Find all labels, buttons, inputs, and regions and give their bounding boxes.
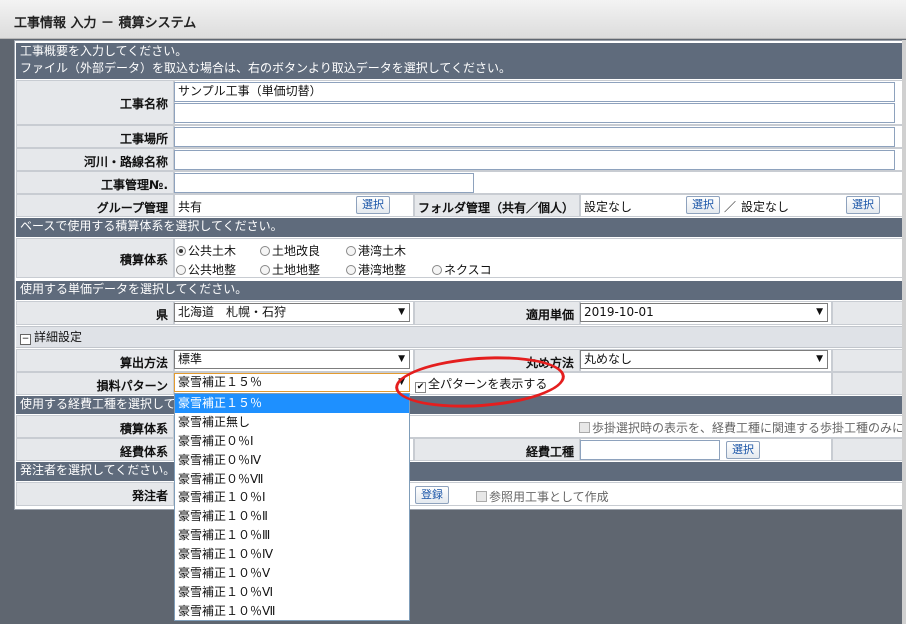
dropdown-option[interactable]: 豪雪補正０％Ⅳ (175, 451, 409, 470)
radio-kowan-chisei[interactable]: 港湾地整 (346, 261, 406, 278)
chevron-down-icon: ▼ (398, 307, 405, 317)
koji-name-input[interactable]: サンプル工事（単価切替） (174, 82, 895, 102)
scrollbar[interactable] (902, 40, 906, 624)
koji-no-input[interactable] (174, 173, 474, 193)
group-value: 共有 (178, 200, 203, 214)
tekiyo-tanka-select[interactable]: 2019-10-01 ▼ (580, 303, 828, 322)
sonryo-label: 損料パターン (16, 372, 174, 395)
tekiyo-tanka-label: 適用単価 (414, 301, 580, 325)
folder-label: フォルダ管理（共有／個人） (414, 194, 580, 217)
keihi-koshu-input[interactable] (580, 440, 720, 460)
sonryo-select[interactable]: 豪雪補正１５％ ▼ (174, 373, 410, 392)
dropdown-option[interactable]: 豪雪補正無し (175, 413, 409, 432)
dropdown-option[interactable]: 豪雪補正１０％Ⅴ (175, 564, 409, 583)
radio-tochi-chisei[interactable]: 土地地整 (260, 261, 320, 278)
section-detail[interactable]: − 詳細設定 (16, 326, 904, 348)
dropdown-option[interactable]: 豪雪補正１５％ (175, 394, 409, 413)
ken-select[interactable]: 北海道 札幌・石狩 ▼ (174, 303, 410, 322)
form-panel: 工事概要を入力してください。 ファイル（外部データ）を取込む場合は、右のボタンよ… (14, 40, 906, 510)
dropdown-option[interactable]: 豪雪補正０％Ⅶ (175, 470, 409, 489)
dropdown-option[interactable]: 豪雪補正１０％Ⅰ (175, 488, 409, 507)
keihi-koshu-select-button[interactable]: 選択 (726, 441, 760, 459)
folder-select-button-2[interactable]: 選択 (846, 196, 880, 214)
form-header: 工事概要を入力してください。 ファイル（外部データ）を取込む場合は、右のボタンよ… (16, 43, 904, 79)
folder-value-2: 設定なし (741, 200, 790, 214)
sekisan-taikei-2-label: 積算体系 (16, 415, 174, 438)
radio-kokyo-chisei[interactable]: 公共地整 (176, 261, 236, 278)
chevron-down-icon: ▼ (398, 354, 405, 364)
marume-select[interactable]: 丸めなし ▼ (580, 350, 828, 369)
dropdown-option[interactable]: 豪雪補正１０％Ⅱ (175, 507, 409, 526)
radio-nexco[interactable]: ネクスコ (432, 261, 492, 278)
hacchusha-register-button[interactable]: 登録 (415, 486, 449, 504)
collapse-icon[interactable]: − (20, 334, 31, 345)
window-titlebar: 工事情報 入力 － 積算システム (0, 0, 906, 39)
group-select-button[interactable]: 選択 (356, 196, 390, 214)
river-input[interactable] (174, 150, 895, 170)
section-hacchu: 発注者を選択してください。 (16, 462, 904, 481)
chevron-down-icon: ▼ (816, 307, 823, 317)
keihi-taikei-label: 経費体系 (16, 438, 174, 461)
koji-place-label: 工事場所 (16, 125, 174, 148)
section-tanka: 使用する単価データを選択してください。 (16, 281, 904, 300)
dropdown-option[interactable]: 豪雪補正１０％Ⅳ (175, 545, 409, 564)
santei-select[interactable]: 標準 ▼ (174, 350, 410, 369)
radio-kokyo-doboku[interactable]: 公共土木 (176, 242, 236, 259)
sekisan-taikei-label: 積算体系 (16, 238, 174, 278)
dropdown-option[interactable]: 豪雪補正１０％Ⅵ (175, 583, 409, 602)
hokake-checkbox[interactable]: 歩掛選択時の表示を、経費工種に関連する歩掛工種のみに (579, 419, 904, 436)
ken-label: 県 (16, 301, 174, 325)
folder-separator: ／ (724, 200, 737, 214)
chevron-down-icon: ▼ (816, 354, 823, 364)
window-title: 工事情報 入力 － 積算システム (14, 16, 197, 31)
header-line-1: 工事概要を入力してください。 (20, 44, 188, 58)
folder-value-1: 設定なし (584, 200, 633, 214)
sonryo-dropdown-list[interactable]: 豪雪補正１５％ 豪雪補正無し 豪雪補正０％Ⅰ 豪雪補正０％Ⅳ 豪雪補正０％Ⅶ 豪雪補正１０… (174, 393, 410, 621)
group-label: グループ管理 (16, 194, 174, 217)
koji-name-input-2[interactable] (174, 103, 895, 123)
folder-select-button-1[interactable]: 選択 (686, 196, 720, 214)
reference-checkbox[interactable]: 参照用工事として作成 (476, 488, 609, 505)
header-line-2: ファイル（外部データ）を取込む場合は、右のボタンより取込データを選択してください… (20, 61, 512, 75)
koji-name-label: 工事名称 (16, 80, 174, 125)
dropdown-option[interactable]: 豪雪補正１０％Ⅶ (175, 602, 409, 621)
radio-kowan-doboku[interactable]: 港湾土木 (346, 242, 406, 259)
river-label: 河川・路線名称 (16, 148, 174, 171)
dropdown-option[interactable]: 豪雪補正０％Ⅰ (175, 432, 409, 451)
dropdown-option[interactable]: 豪雪補正１０％Ⅲ (175, 526, 409, 545)
keihi-koshu-label: 経費工種 (414, 438, 580, 461)
santei-label: 算出方法 (16, 349, 174, 372)
section-base: ベースで使用する積算体系を選択してください。 (16, 218, 904, 237)
radio-tochi-kairyo[interactable]: 土地改良 (260, 242, 320, 259)
koji-place-input[interactable] (174, 127, 895, 147)
hacchusha-label: 発注者 (16, 482, 174, 506)
koji-no-label: 工事管理№. (16, 171, 174, 194)
